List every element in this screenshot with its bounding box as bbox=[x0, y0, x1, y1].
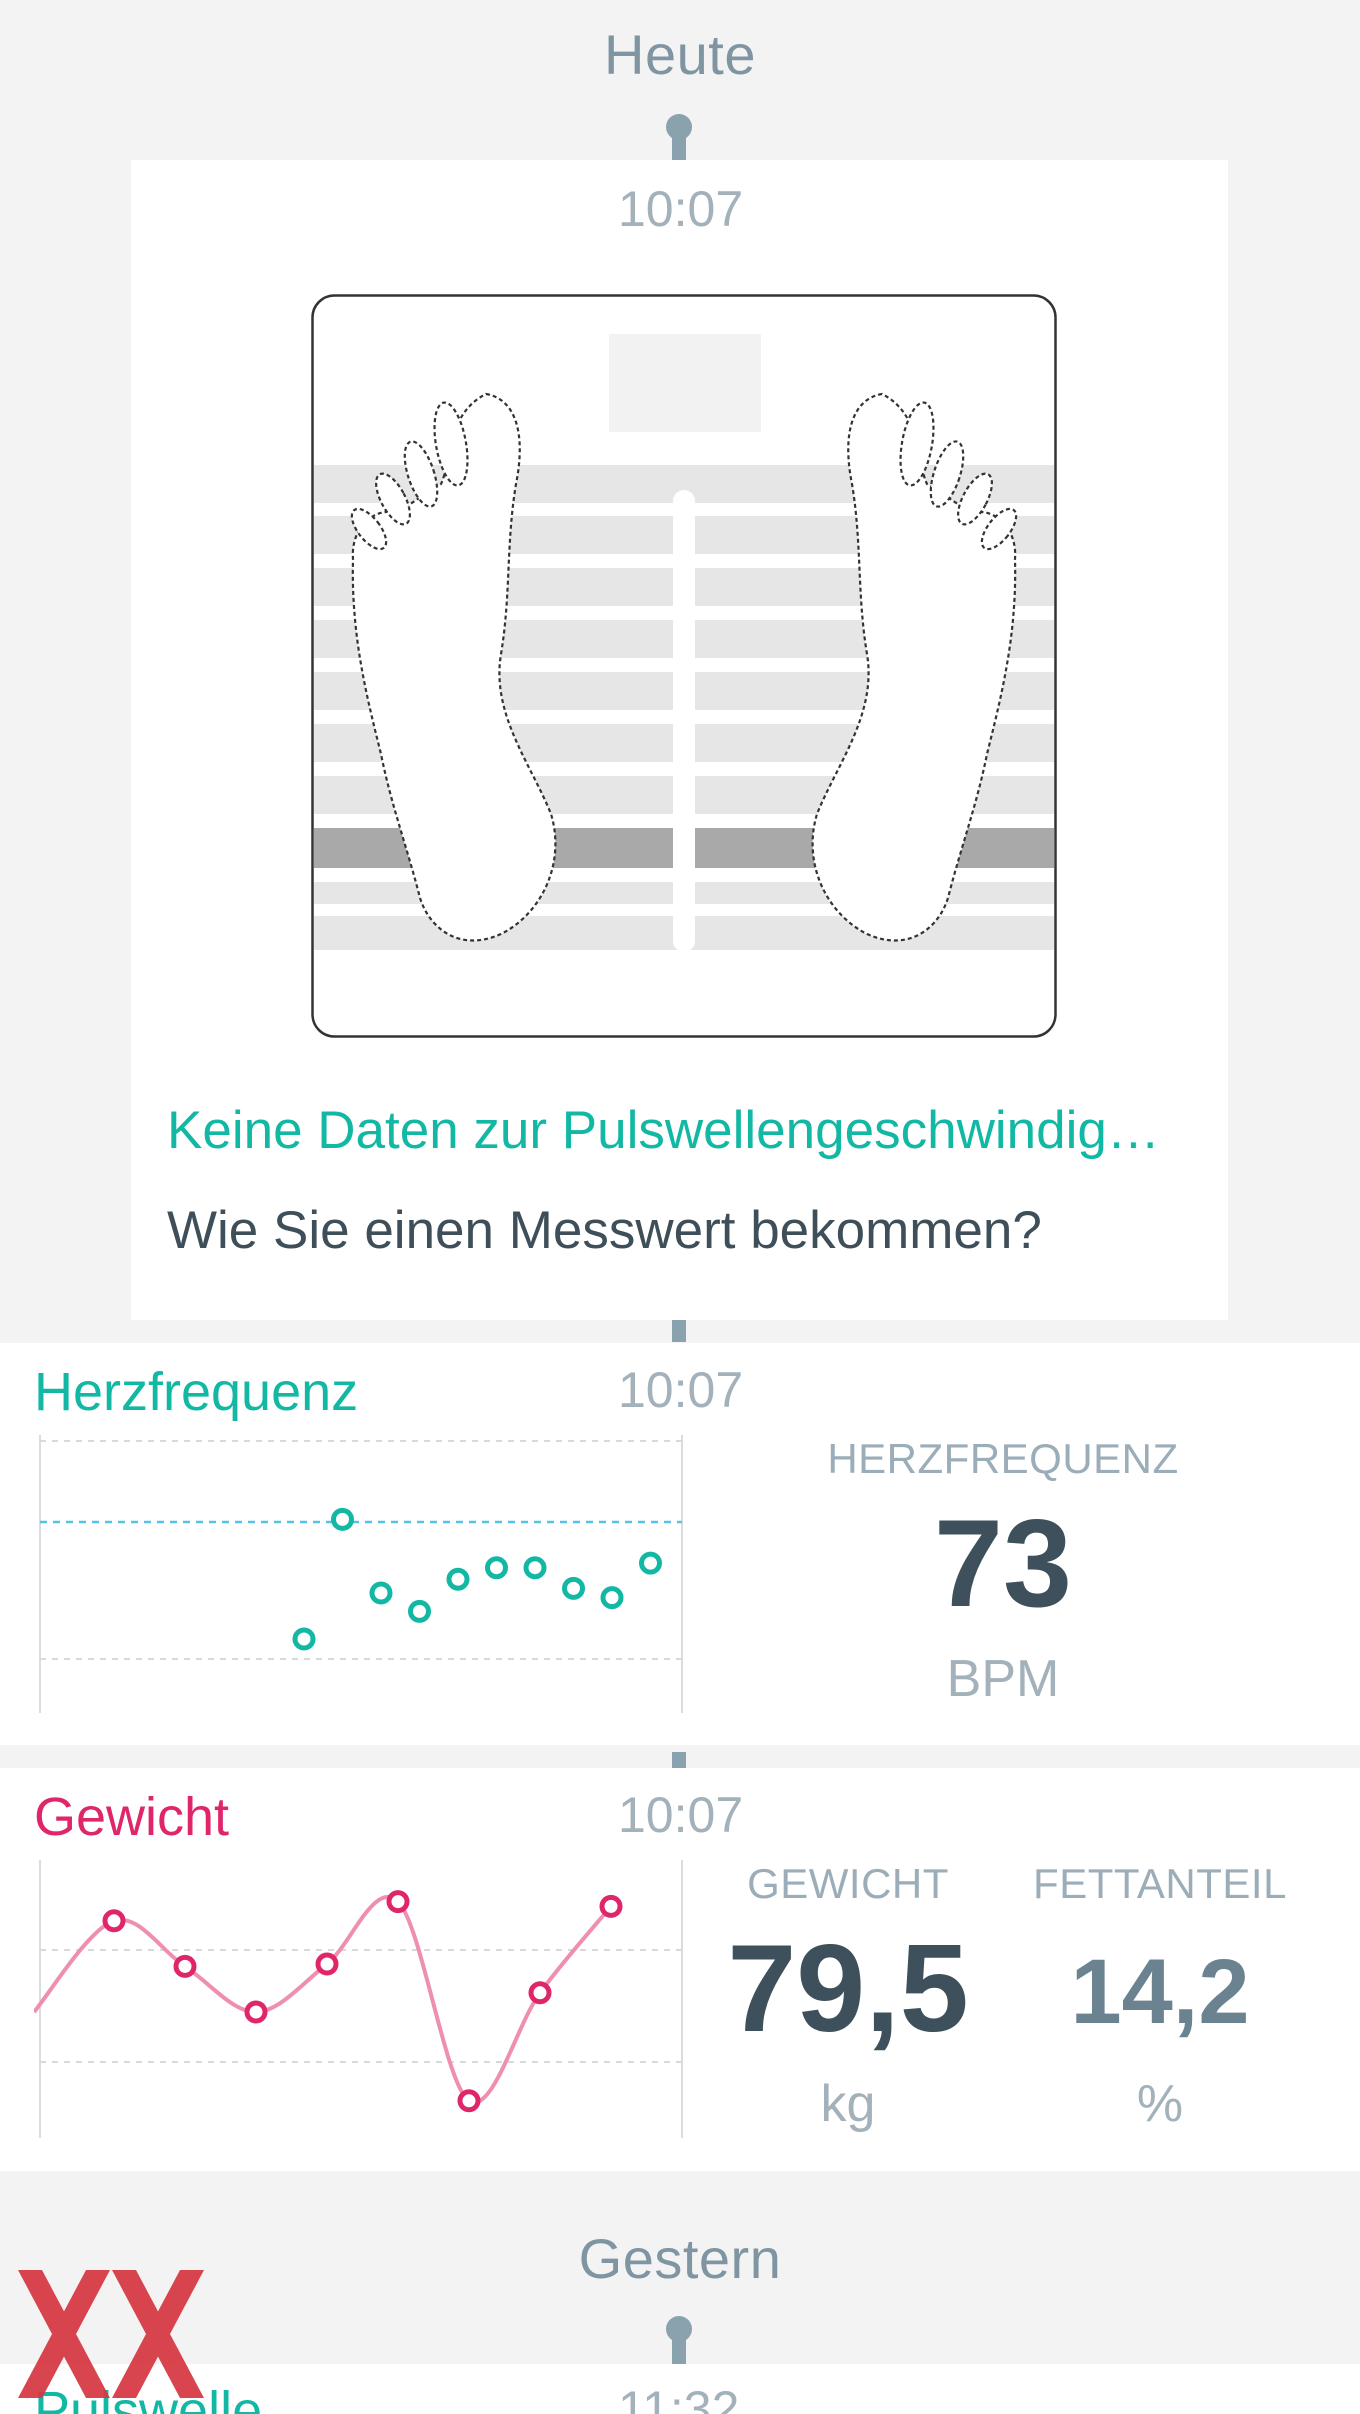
day-header-yesterday: Gestern bbox=[578, 2227, 782, 2290]
heart-rate-point bbox=[369, 1581, 393, 1605]
weight-point bbox=[244, 2000, 268, 2024]
heart-rate-point bbox=[600, 1586, 624, 1610]
timeline-dot bbox=[666, 2316, 692, 2342]
heart-rate-point bbox=[562, 1576, 585, 1600]
fat-unit: % bbox=[1136, 2075, 1184, 2133]
weight-point bbox=[599, 1894, 623, 1918]
weight-unit: kg bbox=[820, 2075, 876, 2133]
day-header-today: Heute bbox=[604, 23, 756, 86]
weight-card[interactable]: Gewicht 10:07 GEWICHT 79,5 kg FETTANTEIL… bbox=[0, 1768, 1360, 2171]
scale-divider bbox=[673, 490, 695, 952]
weight-point bbox=[386, 1890, 410, 1914]
timeline-connector bbox=[672, 1320, 686, 1342]
pulse-wave-card[interactable]: Pulswelle 11:32 bbox=[0, 2364, 1360, 2414]
heart-rate-point bbox=[331, 1507, 354, 1531]
timeline-connector bbox=[672, 1752, 686, 1768]
heart-rate-point bbox=[446, 1567, 470, 1591]
heart-rate-metric-label: HERZFREQUENZ bbox=[827, 1435, 1179, 1482]
fat-metric-label: FETTANTEIL bbox=[1033, 1860, 1287, 1907]
pulse-wave-time: 11:32 bbox=[618, 2381, 740, 2414]
heart-rate-point bbox=[292, 1627, 316, 1651]
weight-point bbox=[528, 1981, 552, 2005]
xx-logo-icon bbox=[18, 2270, 204, 2398]
heart-rate-title: Herzfrequenz bbox=[34, 1362, 359, 1422]
weight-point bbox=[102, 1909, 126, 1933]
fat-value: 14,2 bbox=[1070, 1941, 1250, 2043]
pwv-card-time: 10:07 bbox=[618, 181, 744, 237]
heart-rate-card[interactable]: Herzfrequenz 10:07 HERZFREQUENZ 73 BPM bbox=[0, 1343, 1360, 1745]
weight-title: Gewicht bbox=[34, 1787, 230, 1847]
pwv-help-link[interactable]: Wie Sie einen Messwert bekommen? bbox=[167, 1200, 1042, 1261]
heart-rate-time: 10:07 bbox=[618, 1362, 744, 1418]
timeline-connector bbox=[672, 138, 686, 160]
weight-point bbox=[315, 1952, 339, 1976]
pwv-card[interactable]: 10:07 Keine Daten zur Pulswellengeschwin… bbox=[131, 160, 1228, 1320]
heart-rate-chart bbox=[39, 1435, 683, 1713]
weight-value: 79,5 bbox=[727, 1920, 969, 2058]
timeline-dot bbox=[666, 114, 692, 140]
heart-rate-value: 73 bbox=[934, 1495, 1072, 1633]
weight-chart bbox=[34, 1860, 683, 2138]
weight-time: 10:07 bbox=[618, 1787, 744, 1843]
scale-illustration bbox=[311, 294, 1057, 1038]
weight-point bbox=[457, 2089, 481, 2113]
weight-metric-label: GEWICHT bbox=[747, 1860, 949, 1907]
pwv-no-data-text: Keine Daten zur Pulswellengeschwindig… bbox=[167, 1101, 1160, 1160]
heart-rate-point bbox=[523, 1556, 547, 1580]
timeline-connector bbox=[672, 2340, 686, 2364]
weight-point bbox=[173, 1954, 197, 1978]
heart-rate-unit: BPM bbox=[946, 1650, 1060, 1708]
heart-rate-point bbox=[408, 1599, 431, 1623]
heart-rate-point bbox=[485, 1556, 508, 1580]
heart-rate-point bbox=[639, 1551, 662, 1575]
